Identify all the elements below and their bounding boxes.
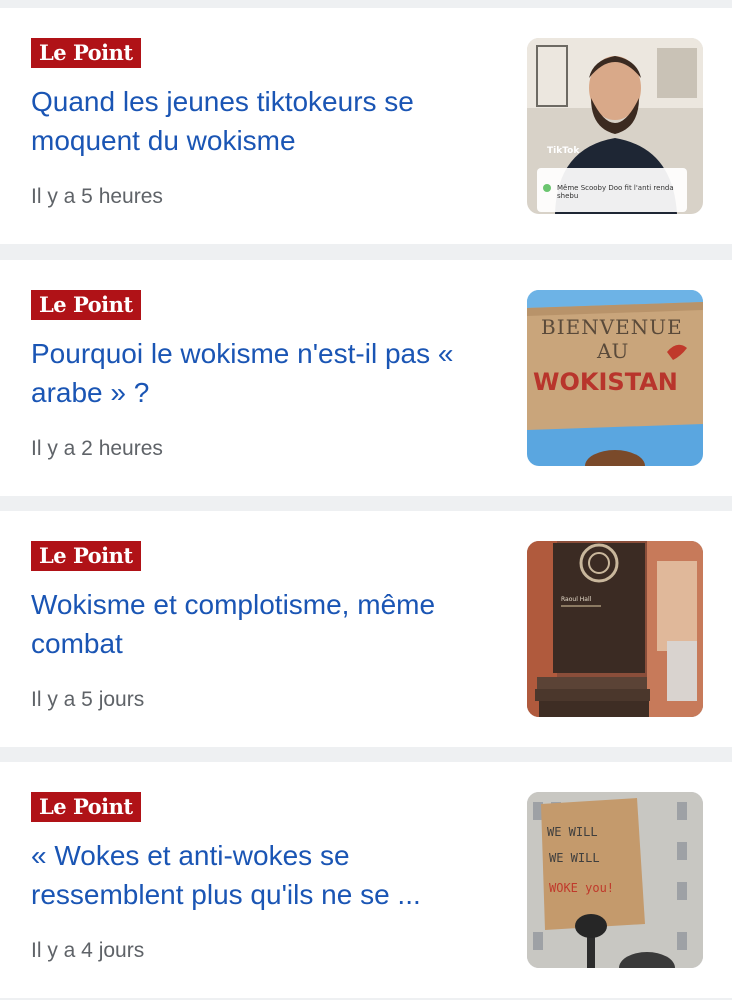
article-timestamp: Il y a 2 heures (31, 437, 163, 460)
article-headline[interactable]: Wokisme et complotisme, même combat (31, 585, 501, 663)
source-logo[interactable]: Le Point (31, 38, 141, 68)
thumbnail-caption: WOKE you! (549, 881, 614, 895)
tiktok-man-thumbnail: TikTok Même Scooby Doo fit l'anti renda … (527, 38, 703, 214)
thumbnail-caption: WOKISTAN (533, 368, 678, 396)
article-card[interactable]: Le Point Quand les jeunes tiktokeurs se … (0, 8, 732, 244)
article-card[interactable]: Le Point « Wokes et anti-wokes se ressem… (0, 762, 732, 998)
article-card[interactable]: Le Point Pourquoi le wokisme n'est-il pa… (0, 260, 732, 496)
article-thumbnail[interactable]: Raoul Hall (527, 541, 703, 717)
article-timestamp: Il y a 5 jours (31, 688, 145, 711)
protest-sign-thumbnail: BIENVENUE AU WOKISTAN (527, 290, 703, 466)
thumbnail-caption: Raoul Hall (561, 596, 592, 603)
article-thumbnail[interactable]: TikTok Même Scooby Doo fit l'anti renda … (527, 38, 703, 214)
protest-placard-thumbnail: WE WILL WE WILL WOKE you! (527, 792, 703, 968)
article-headline[interactable]: « Wokes et anti-wokes se ressemblent plu… (31, 836, 501, 914)
article-card[interactable]: Le Point Wokisme et complotisme, même co… (0, 511, 732, 747)
source-logo[interactable]: Le Point (31, 290, 141, 320)
thumbnail-caption: AU (596, 339, 628, 363)
book-thumbnail: Raoul Hall (527, 541, 703, 717)
source-logo[interactable]: Le Point (31, 541, 141, 571)
article-thumbnail[interactable]: BIENVENUE AU WOKISTAN (527, 290, 703, 466)
thumbnail-caption: BIENVENUE (541, 315, 683, 339)
article-timestamp: Il y a 4 jours (31, 939, 145, 962)
thumbnail-caption: WE WILL (549, 851, 600, 865)
article-headline[interactable]: Pourquoi le wokisme n'est-il pas « arabe… (31, 334, 501, 412)
news-feed: Le Point Quand les jeunes tiktokeurs se … (0, 0, 732, 1000)
article-thumbnail[interactable]: WE WILL WE WILL WOKE you! (527, 792, 703, 968)
article-headline[interactable]: Quand les jeunes tiktokeurs se moquent d… (31, 82, 501, 160)
thumbnail-caption: WE WILL (547, 825, 598, 839)
article-timestamp: Il y a 5 heures (31, 185, 163, 208)
source-logo[interactable]: Le Point (31, 792, 141, 822)
thumbnail-caption: Même Scooby Doo fit l'anti renda shebu (557, 184, 674, 200)
thumbnail-caption: TikTok (547, 146, 580, 156)
